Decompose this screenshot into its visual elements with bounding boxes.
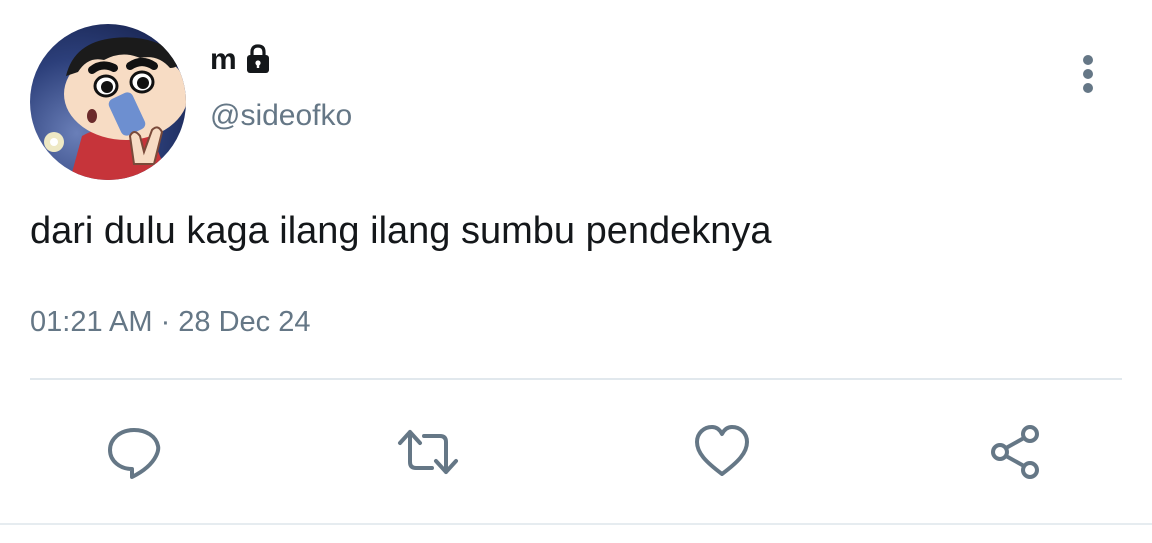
display-name[interactable]: m [210,40,237,80]
retweet-button[interactable] [396,420,460,484]
avatar-image [30,24,186,180]
share-icon [991,425,1039,479]
bottom-divider [0,523,1152,525]
tweet-timestamp[interactable]: 01:21 AM · 28 Dec 24 [30,302,311,342]
like-button[interactable] [690,420,754,484]
comment-icon [108,428,161,479]
heart-icon [695,425,749,476]
retweet-icon [398,430,458,474]
share-button[interactable] [984,420,1048,484]
divider [30,378,1122,380]
tweet-card: m @sideofko dari dulu kaga ilang ilang s… [0,0,1152,543]
avatar[interactable] [30,24,186,180]
user-handle[interactable]: @sideofko [210,96,352,136]
tweet-text: dari dulu kaga ilang ilang sumbu pendekn… [30,210,772,252]
lock-icon [241,43,275,77]
display-name-row: m [210,40,275,80]
reply-button[interactable] [102,420,166,484]
more-vertical-icon[interactable] [1070,52,1106,100]
